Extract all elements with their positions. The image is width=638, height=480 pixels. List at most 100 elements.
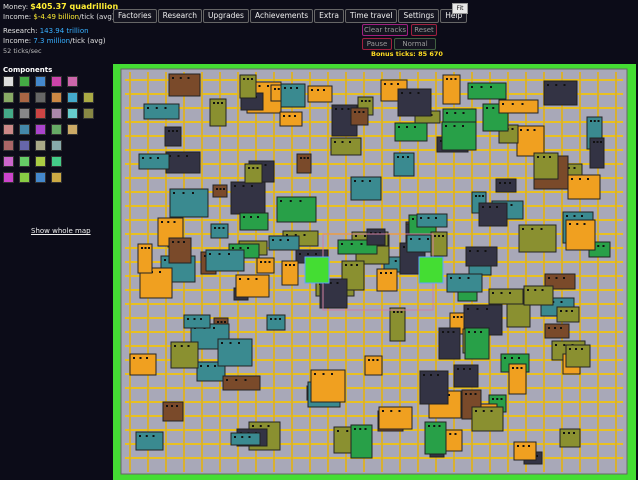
pause-button[interactable]: Pause: [362, 38, 392, 50]
seller-icon[interactable]: [67, 76, 78, 87]
building-detail: [438, 425, 441, 427]
building-detail: [427, 238, 429, 240]
menu-settings[interactable]: Settings: [398, 8, 440, 23]
menu-time-travel[interactable]: Time travel: [344, 8, 398, 23]
packer-icon[interactable]: [51, 108, 62, 119]
building-green: [276, 196, 317, 223]
drill-icon[interactable]: [35, 124, 46, 135]
building-detail: [369, 180, 371, 182]
building-detail: [277, 88, 280, 90]
building-detail: [522, 228, 524, 230]
menu-upgrades[interactable]: Upgrades: [202, 8, 249, 23]
building-detail: [583, 223, 586, 225]
fit-button[interactable]: Fit: [452, 3, 468, 14]
building-detail: [341, 141, 344, 143]
building-detail: [397, 156, 399, 158]
building-detail: [183, 241, 185, 243]
building-detail: [239, 247, 242, 249]
track: [615, 72, 617, 472]
building-detail: [145, 435, 148, 437]
building-detail: [303, 234, 306, 236]
reset-button[interactable]: Reset: [411, 24, 437, 36]
building-detail: [226, 379, 228, 381]
building-detail: [384, 83, 386, 85]
building-detail: [414, 126, 416, 128]
building-detail: [141, 247, 143, 249]
building-detail: [560, 301, 563, 303]
mine-icon[interactable]: [3, 92, 14, 103]
clear-tracks-button[interactable]: Clear tracks: [362, 24, 408, 36]
building-detail: [180, 345, 183, 347]
money-value: $405.37 quadrillion: [30, 2, 119, 11]
tank-icon[interactable]: [19, 124, 30, 135]
research-label: Research:: [3, 27, 38, 35]
shop-icon[interactable]: [67, 124, 78, 135]
normal-button[interactable]: Normal: [394, 38, 436, 50]
stats-panel: Money: $405.37 quadrillion Income: $-4.4…: [3, 2, 118, 56]
pointer-icon[interactable]: [3, 76, 14, 87]
building-detail: [520, 129, 522, 131]
sorter-icon[interactable]: [67, 108, 78, 119]
building-detail: [565, 310, 568, 312]
assembler-icon[interactable]: [35, 108, 46, 119]
menu-extra[interactable]: Extra: [314, 8, 344, 23]
building-detail: [334, 141, 336, 143]
plant-icon[interactable]: [3, 108, 14, 119]
lab-icon[interactable]: [19, 108, 30, 119]
building-detail: [533, 129, 536, 131]
crusher-icon[interactable]: [35, 92, 46, 103]
menu-research[interactable]: Research: [157, 8, 202, 23]
bender-icon[interactable]: [3, 156, 14, 167]
smelter-icon[interactable]: [3, 140, 14, 151]
garage-icon[interactable]: [83, 108, 94, 119]
oven-icon[interactable]: [3, 124, 14, 135]
building-detail: [221, 342, 223, 344]
research-income-value: 7.3 million: [33, 37, 71, 45]
mixer-icon[interactable]: [83, 92, 94, 103]
boiler-icon[interactable]: [35, 156, 46, 167]
building-detail: [239, 278, 241, 280]
building-detail: [274, 88, 276, 90]
molder-icon[interactable]: [51, 140, 62, 151]
gear-icon[interactable]: [51, 156, 62, 167]
show-whole-map-link[interactable]: Show whole map: [31, 227, 91, 235]
menu-factories[interactable]: Factories: [113, 8, 157, 23]
building-detail: [382, 410, 384, 412]
chip-icon[interactable]: [19, 172, 30, 183]
robot-icon[interactable]: [51, 172, 62, 183]
menu-achievements[interactable]: Achievements: [249, 8, 314, 23]
building-detail: [475, 410, 477, 412]
grinder-icon[interactable]: [19, 140, 30, 151]
building-detail: [364, 100, 367, 102]
furnace-icon[interactable]: [19, 92, 30, 103]
building-detail: [264, 261, 267, 263]
welder-icon[interactable]: [35, 140, 46, 151]
cutter-icon[interactable]: [67, 92, 78, 103]
building-detail: [354, 428, 356, 430]
building-detail: [600, 141, 602, 143]
battery-icon[interactable]: [3, 172, 14, 183]
building-detail: [526, 129, 529, 131]
money-label: Money:: [3, 3, 29, 11]
building-detail: [475, 195, 477, 197]
factory-icon[interactable]: [51, 124, 62, 135]
building-teal: [416, 213, 448, 228]
building-detail: [450, 277, 452, 279]
engine-icon[interactable]: [35, 172, 46, 183]
building-detail: [468, 331, 470, 333]
building-detail: [393, 311, 395, 313]
press-icon[interactable]: [51, 92, 62, 103]
building-detail: [467, 308, 469, 310]
building-detail: [372, 359, 375, 361]
refinery-icon[interactable]: [19, 156, 30, 167]
buyer-icon[interactable]: [51, 76, 62, 87]
arrow-icon[interactable]: [35, 76, 46, 87]
building-detail: [146, 357, 148, 359]
building-detail: [235, 379, 238, 381]
building-detail: [531, 228, 534, 230]
income-value: $-4.49 billion: [33, 13, 80, 21]
conveyor-icon[interactable]: [19, 76, 30, 87]
building-detail: [454, 78, 457, 80]
building-detail: [492, 398, 494, 400]
factory-map[interactable]: [113, 64, 636, 480]
